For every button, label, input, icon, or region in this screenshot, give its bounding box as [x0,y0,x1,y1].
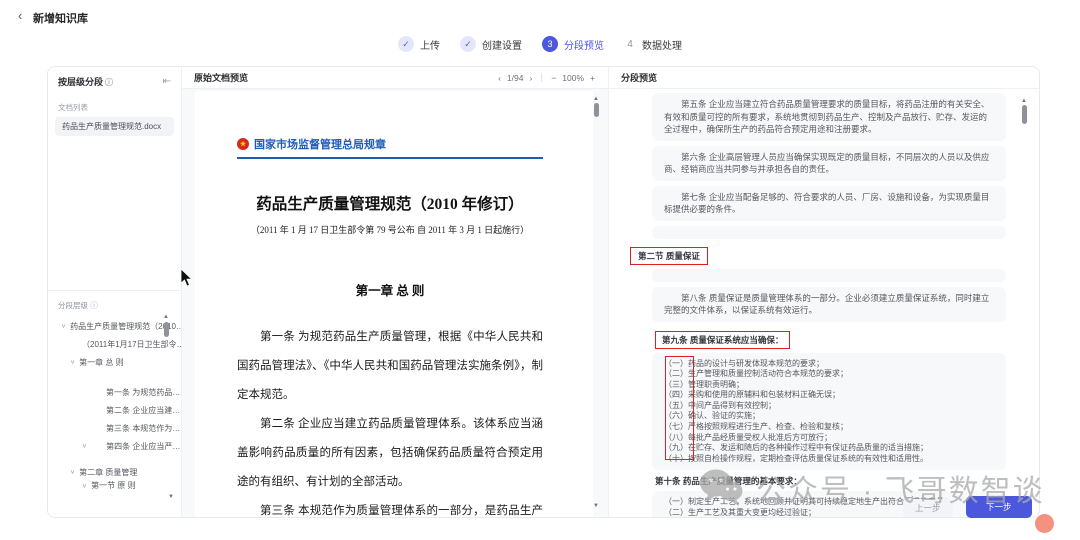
zoom-level: 100% [562,73,584,83]
section-header-annotated: 第二节 质量保证 [630,247,708,265]
scrollbar-thumb[interactable] [594,103,599,117]
collapse-panel-icon[interactable]: ⇤ [163,77,171,87]
tree-title: 分段层级ⓘ [48,291,181,317]
stepper: ✓ 上传 ✓ 创建设置 3 分段预览 4 数据处理 [0,36,1080,52]
zoom-out-icon[interactable]: − [550,73,557,83]
zoom-in-icon[interactable]: + [589,73,596,83]
check-icon: ✓ [460,36,476,52]
scroll-up-icon[interactable]: ▲ [1021,98,1027,104]
new-knowledge-base-page: ‹ 新增知识库 ✓ 上传 ✓ 创建设置 3 分段预览 4 数据处理 按层级分段ⓘ [0,0,1080,540]
scrollbar-thumb[interactable] [1022,105,1027,124]
tree-item[interactable]: 第一条 为规范药品… [48,383,181,401]
step-label: 上传 [420,37,440,52]
back-icon[interactable]: ‹ [18,9,22,23]
tree-item[interactable]: （2011年1月17日卫生部令… [48,335,181,353]
next-page-icon[interactable]: › [528,73,533,83]
segment-panel-title: 分段预览 [621,71,657,84]
step-number-badge: 3 [542,36,558,52]
step-number: 4 [624,39,636,50]
file-list-label: 文档列表 [48,94,181,117]
tree-item[interactable]: 第三条 本规范作为… [48,419,181,437]
step-label: 创建设置 [482,37,522,52]
segment-preview-panel: 分段预览 第五条 企业应当建立符合药品质量管理要求的质量目标，将药品注册的有关安… [609,67,1039,517]
tree-item[interactable]: ∨第二章 质量管理 [48,463,181,481]
tree-item[interactable]: ∨第四条 企业应当严… [48,437,181,455]
segment-card[interactable]: 第八条 质量保证是质量管理体系的一部分。企业必须建立质量保证系统，同时建立完整的… [652,287,1006,322]
page-indicator: 1/94 [507,73,524,83]
segment-card[interactable]: （一）制定生产工艺，系统地回顾并证明其可持续稳定地生产出符合要求的产品； （二）… [652,491,1006,517]
doc-panel-header: 原始文档预览 ‹ 1/94 › − 100% + [182,67,608,89]
doc-paragraph: 第二条 企业应当建立药品质量管理体系。该体系应当涵盖影响药品质量的所有因素，包括… [237,410,543,497]
document-page: ★ 国家市场监督管理总局规章 药品生产质量管理规范（2010 年修订） （201… [195,91,593,517]
tree-item[interactable]: ∨第一章 总 则 [48,353,181,371]
segment-card-empty[interactable] [652,269,1006,282]
step-data-processing[interactable]: 4 数据处理 [624,37,682,52]
segment-card[interactable]: 第七条 企业应当配备足够的、符合要求的人员、厂房、设施和设备，为实现质量目标提供… [652,186,1006,221]
floating-widget-button[interactable] [1035,514,1054,533]
next-step-button[interactable]: 下一步 [966,496,1032,518]
chevron-down-icon[interactable]: ∨ [82,482,87,488]
info-icon[interactable]: ⓘ [105,78,113,87]
check-icon: ✓ [398,36,414,52]
segment-tree-sidebar: 按层级分段ⓘ ⇤ 文档列表 药品生产质量管理规范.docx 分段层级ⓘ ∨药品生… [48,67,181,517]
original-document-panel: 原始文档预览 ‹ 1/94 › − 100% + ★ 国家市场监督管理总局规章 [181,67,609,517]
top-bar: ‹ 新增知识库 [0,0,1080,34]
doc-subtitle: （2011 年 1 月 17 日卫生部令第 79 号公布 自 2011 年 3 … [237,223,543,236]
step-create-settings[interactable]: ✓ 创建设置 [460,36,522,52]
divider [541,73,542,82]
segment-card[interactable]: 第六条 企业高层管理人员应当确保实现既定的质量目标，不同层次的人员以及供应商、经… [652,146,1006,181]
step-upload[interactable]: ✓ 上传 [398,36,440,52]
step-label: 分段预览 [564,37,604,52]
doc-preview-area: ★ 国家市场监督管理总局规章 药品生产质量管理规范（2010 年修订） （201… [182,89,608,517]
doc-paragraph: 第一条 为规范药品生产质量管理，根据《中华人民共和国药品管理法》、《中华人民共和… [237,323,543,410]
segment-panel-header: 分段预览 [609,67,1039,89]
page-title: 新增知识库 [33,10,88,26]
doc-org-header: ★ 国家市场监督管理总局规章 [237,136,543,159]
segment-hierarchy-tree: 分段层级ⓘ ∨药品生产质量管理规范（2010… （2011年1月17日卫生部令…… [48,291,181,518]
info-icon[interactable]: ⓘ [90,301,98,310]
main-card: 按层级分段ⓘ ⇤ 文档列表 药品生产质量管理规范.docx 分段层级ⓘ ∨药品生… [47,66,1040,518]
sidebar-title: 按层级分段ⓘ [58,75,113,88]
file-list-section: 按层级分段ⓘ ⇤ 文档列表 药品生产质量管理规范.docx [48,67,181,291]
article10-header: 第十条 药品生产质量管理的基本要求： [655,475,1019,487]
doc-chapter-heading: 第一章 总 则 [237,280,543,299]
previous-step-button[interactable]: 上一步 [903,499,953,517]
scroll-down-icon[interactable]: ▼ [168,494,174,500]
tree-item[interactable]: 第二条 企业应当建… [48,401,181,419]
tree-item[interactable]: ∨药品生产质量管理规范（2010… [48,317,181,335]
tree-item[interactable]: ∨第一节 原 则 [48,481,181,490]
prev-page-icon[interactable]: ‹ [497,73,502,83]
chevron-down-icon[interactable]: ∨ [82,443,87,449]
segment-card-empty[interactable] [652,226,1006,239]
segment-card[interactable]: 第五条 企业应当建立符合药品质量管理要求的质量目标，将药品注册的有关安全、有效和… [652,93,1006,141]
chevron-down-icon[interactable]: ∨ [70,359,75,365]
step-segment-preview[interactable]: 3 分段预览 [542,36,604,52]
file-item[interactable]: 药品生产质量管理规范.docx [55,117,174,136]
national-emblem-icon: ★ [237,138,249,150]
chevron-down-icon[interactable]: ∨ [70,469,75,475]
scrollbar-thumb[interactable] [164,322,169,337]
scroll-up-icon[interactable]: ▲ [593,96,599,102]
doc-paragraph: 第三条 本规范作为质量管理体系的一部分，是药品生产管理和质量控制的基本要求，旨在… [237,497,543,517]
chevron-down-icon[interactable]: ∨ [61,323,66,329]
doc-panel-title: 原始文档预览 [194,71,248,84]
scroll-up-icon[interactable]: ▲ [163,314,169,320]
step-label: 数据处理 [642,37,682,52]
article9-header-annotated: 第九条 质量保证系统应当确保： [655,331,790,349]
segment-list: 第五条 企业应当建立符合药品质量管理要求的质量目标，将药品注册的有关安全、有效和… [609,89,1039,517]
scroll-down-icon[interactable]: ▼ [593,503,599,509]
doc-title: 药品生产质量管理规范（2010 年修订） [237,192,543,214]
segment-card[interactable]: （一）药品的设计与研发体现本规范的要求； （二）生产管理和质量控制活动符合本规范… [652,353,1006,471]
